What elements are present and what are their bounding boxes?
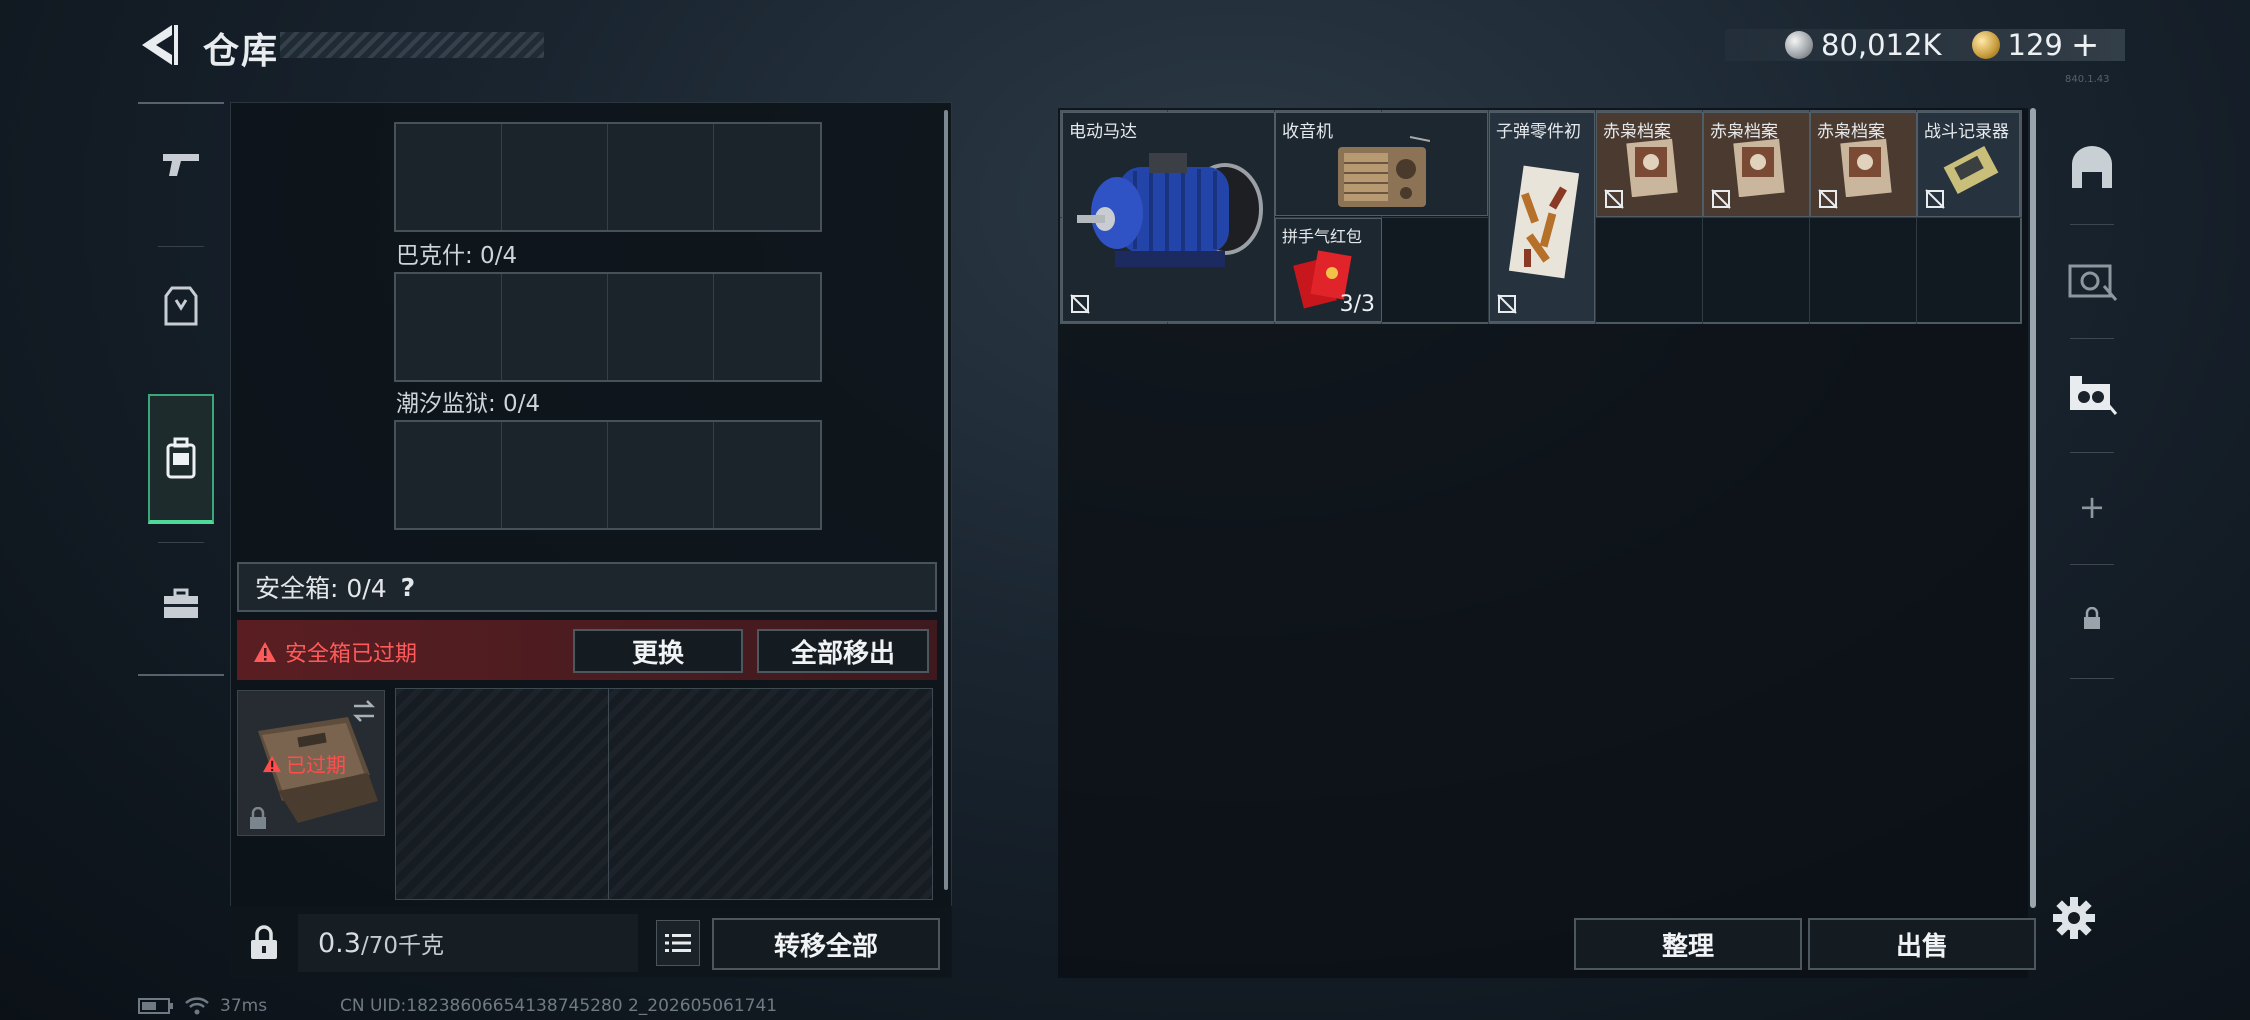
gear-icon [2053,897,2095,939]
bunker-icon [2072,146,2112,188]
padlock-icon [251,925,277,959]
stash-item-red-owl-dossier-3[interactable]: 赤枭档案 [1810,112,1917,217]
sell-button[interactable]: 出售 [1808,918,2036,970]
loadout-tab[interactable] [2040,224,2144,334]
container-grid-bakeshi[interactable] [394,272,822,382]
gold-coin-icon [1971,31,2000,59]
replace-button[interactable]: 更换 [573,629,743,673]
back-button[interactable] [138,22,180,68]
safebox-label: 安全箱: 0/4 [255,574,387,603]
sort-button[interactable]: 整理 [1574,918,1802,970]
weight-current: 0.3 [318,927,361,959]
left-tab-rail [138,102,224,676]
backpack-lock-button[interactable] [238,914,290,972]
lock-icon [2084,607,2100,629]
status-footer: 37ms [138,996,267,1016]
pistol-icon [163,154,199,176]
non-tradable-icon [1604,189,1624,209]
safebox-grid[interactable] [395,688,933,900]
tab-toolbox[interactable] [138,544,224,664]
stash-item-red-envelope[interactable]: 拼手气红包 3/3 [1275,218,1382,322]
list-icon [665,934,691,952]
add-stash-page-button[interactable]: + [2040,452,2144,562]
item-name: 收音机 [1282,122,1333,142]
item-name: 子弹零件初 [1496,122,1581,142]
wifi-icon [185,997,209,1015]
tab-armor[interactable] [138,246,224,366]
silver-coin-icon [1785,31,1813,59]
list-view-button[interactable] [656,920,700,966]
user-uid: CN UID:18238606654138745280 2_2026050617… [340,996,778,1016]
loadout-icon [2068,264,2118,301]
safebox-header: 安全箱: 0/4 ? [237,562,937,612]
swap-icon [352,700,376,722]
expired-badge-text: 已过期 [286,753,346,777]
move-all-out-button[interactable]: 全部移出 [757,629,929,673]
dossier-icon [1626,138,1678,197]
stash-item-battle-recorder[interactable]: 战斗记录器 [1917,112,2020,217]
topup-button[interactable]: + [2071,25,2100,65]
non-tradable-icon [1925,189,1945,209]
stash-item-red-owl-dossier-2[interactable]: 赤枭档案 [1703,112,1810,217]
lock-icon [250,807,266,829]
ping-value: 37ms [220,996,268,1016]
version-label: 840.1.43 [2065,74,2110,85]
container-grid-1[interactable] [394,122,822,232]
dossier-icon [1840,138,1892,197]
radio-icon [1338,136,1430,207]
bullet-parts-icon [1508,165,1580,279]
container-label-tidal-prison: 潮汐监狱: 0/4 [396,391,541,417]
stash-tab[interactable] [2040,338,2144,448]
armor-vest-icon [164,286,198,326]
safebox-grid-divider [608,688,609,900]
left-scrollbar[interactable] [944,110,948,890]
battery-icon [138,998,173,1014]
title-decoration [280,32,544,58]
tab-backpack[interactable] [148,394,214,524]
safebox-help-button[interactable]: ? [401,573,416,602]
stash-item-bullet-parts[interactable]: 子弹零件初 [1489,112,1595,322]
transfer-all-button[interactable]: 转移全部 [712,918,940,970]
weight-indicator: 0.3 /70千克 [298,914,638,972]
toolbox-icon [164,588,198,618]
gold-amount: 129 [2007,28,2063,62]
expired-badge: 已过期 [262,749,346,778]
expired-warning: 安全箱已过期 [253,636,417,668]
backpack-icon [166,437,196,479]
tab-weapon[interactable] [138,104,224,224]
item-name: 拼手气红包 [1282,227,1363,246]
page-title: 仓库 [203,31,280,72]
stash-item-radio[interactable]: 收音机 [1275,112,1488,216]
container-label-bakeshi: 巴克什: 0/4 [396,243,518,269]
locked-stash-page[interactable] [2040,564,2144,674]
stash-item-red-owl-dossier-1[interactable]: 赤枭档案 [1596,112,1703,217]
warning-icon [263,755,281,772]
item-count: 3/3 [1339,292,1375,317]
safebox-item[interactable]: 已过期 [237,690,385,836]
item-name: 战斗记录器 [1924,122,2009,142]
bunker-tab[interactable] [2040,112,2144,222]
expired-warning-text: 安全箱已过期 [285,642,418,667]
dossier-icon [1733,138,1785,197]
non-tradable-icon [1070,294,1090,314]
settings-button[interactable] [2052,896,2096,940]
container-grid-tidal-prison[interactable] [394,420,822,530]
safebox-expired-bar: 安全箱已过期 更换 全部移出 [237,620,937,680]
silver-amount: 80,012K [1821,28,1942,62]
stash-icon [2070,376,2118,415]
stash-scrollbar[interactable] [2030,108,2036,908]
non-tradable-icon [1497,294,1517,314]
battle-recorder-icon [1943,145,1999,195]
back-arrow-icon [142,25,178,65]
non-tradable-icon [1818,189,1838,209]
non-tradable-icon [1711,189,1731,209]
stash-item-electric-motor[interactable]: 电动马达 [1062,112,1275,322]
warning-icon [254,642,276,662]
electric-motor-icon [1077,153,1263,267]
stash-page-rail: + [2040,112,2144,680]
weight-max: /70千克 [360,933,444,959]
currency-bar: 80,012K 129 + [1725,25,2125,65]
